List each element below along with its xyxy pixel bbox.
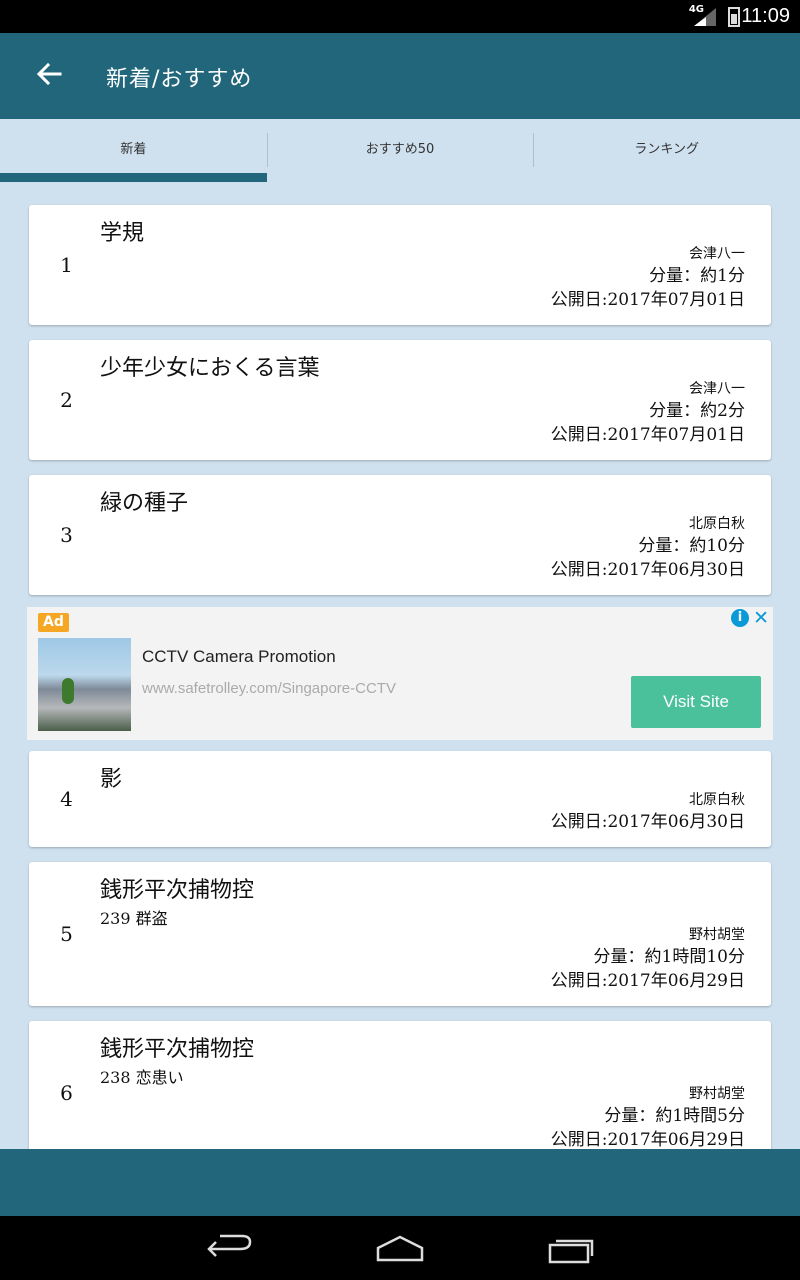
status-bar: 4G 11:09 xyxy=(0,0,800,33)
tab-label: おすすめ50 xyxy=(365,142,435,157)
system-nav-bar xyxy=(0,1216,800,1280)
item-title: 少年少女におくる言葉 xyxy=(100,356,320,381)
item-date: 公開日:2017年07月01日 xyxy=(550,290,745,310)
tab-label: ランキング xyxy=(634,142,699,157)
item-author: 北原白秋 xyxy=(689,792,745,808)
list-item[interactable]: 5 銭形平次捕物控 239 群盗 野村胡堂 分量：約1時間10分 公開日:201… xyxy=(29,862,771,1006)
item-date: 公開日:2017年07月01日 xyxy=(550,425,745,445)
ad-headline[interactable]: CCTV Camera Promotion xyxy=(142,647,336,667)
item-number: 2 xyxy=(60,388,73,412)
item-title: 緑の種子 xyxy=(100,491,189,516)
item-title: 学規 xyxy=(100,221,145,246)
list-item[interactable]: 4 影 北原白秋 公開日:2017年06月30日 xyxy=(29,751,771,847)
list-item[interactable]: 2 少年少女におくる言葉 会津八一 分量：約2分 公開日:2017年07月01日 xyxy=(29,340,771,460)
item-author: 野村胡堂 xyxy=(689,927,745,943)
tab-bar: 新着 おすすめ50 ランキング xyxy=(0,119,800,182)
item-duration: 分量：約1時間5分 xyxy=(604,1106,745,1126)
ad-banner[interactable]: Ad i ✕ CCTV Camera Promotion www.safetro… xyxy=(27,607,773,740)
tab-new[interactable]: 新着 xyxy=(0,119,267,182)
item-date: 公開日:2017年06月30日 xyxy=(550,812,745,832)
item-title: 銭形平次捕物控 xyxy=(100,1037,255,1062)
item-number: 3 xyxy=(60,523,73,547)
battery-icon xyxy=(728,7,740,27)
recents-icon[interactable] xyxy=(548,1234,596,1264)
tab-label: 新着 xyxy=(120,142,147,157)
page-title: 新着/おすすめ xyxy=(106,67,253,92)
item-number: 5 xyxy=(60,922,73,946)
item-author: 北原白秋 xyxy=(689,516,745,532)
item-subtitle: 239 群盗 xyxy=(100,909,168,928)
list-item[interactable]: 1 学規 会津八一 分量：約1分 公開日:2017年07月01日 xyxy=(29,205,771,325)
ad-url: www.safetrolley.com/Singapore-CCTV xyxy=(142,680,396,697)
item-title: 銭形平次捕物控 xyxy=(100,878,255,903)
item-author: 野村胡堂 xyxy=(689,1086,745,1102)
back-arrow-icon[interactable] xyxy=(34,59,64,89)
close-icon[interactable]: ✕ xyxy=(753,609,769,628)
bottom-bar xyxy=(0,1149,800,1216)
item-author: 会津八一 xyxy=(689,246,745,262)
item-duration: 分量：約10分 xyxy=(638,536,745,556)
signal-icon xyxy=(694,8,716,26)
item-number: 4 xyxy=(60,787,73,811)
work-list: 1 学規 会津八一 分量：約1分 公開日:2017年07月01日 2 少年少女に… xyxy=(0,181,800,1149)
visit-site-button[interactable]: Visit Site xyxy=(631,676,761,728)
list-item[interactable]: 6 銭形平次捕物控 238 恋患い 野村胡堂 分量：約1時間5分 公開日:201… xyxy=(29,1021,771,1149)
item-title: 影 xyxy=(100,767,123,792)
item-date: 公開日:2017年06月30日 xyxy=(550,560,745,580)
ad-badge: Ad xyxy=(38,613,69,632)
app-bar: 新着/おすすめ xyxy=(0,33,800,119)
item-duration: 分量：約1分 xyxy=(649,266,745,286)
item-date: 公開日:2017年06月29日 xyxy=(550,1130,745,1149)
clock: 11:09 xyxy=(741,5,790,27)
tab-ranking[interactable]: ランキング xyxy=(533,119,800,181)
list-item[interactable]: 3 緑の種子 北原白秋 分量：約10分 公開日:2017年06月30日 xyxy=(29,475,771,595)
item-date: 公開日:2017年06月29日 xyxy=(550,971,745,991)
item-subtitle: 238 恋患い xyxy=(100,1068,184,1087)
home-icon[interactable] xyxy=(375,1234,425,1264)
item-author: 会津八一 xyxy=(689,381,745,397)
item-number: 6 xyxy=(60,1081,73,1105)
info-icon[interactable]: i xyxy=(731,609,749,627)
back-nav-icon[interactable] xyxy=(206,1234,254,1264)
item-number: 1 xyxy=(60,253,73,277)
tab-recommended[interactable]: おすすめ50 xyxy=(266,119,534,181)
item-duration: 分量：約2分 xyxy=(649,401,745,421)
ad-image[interactable] xyxy=(38,638,131,731)
item-duration: 分量：約1時間10分 xyxy=(593,947,745,967)
